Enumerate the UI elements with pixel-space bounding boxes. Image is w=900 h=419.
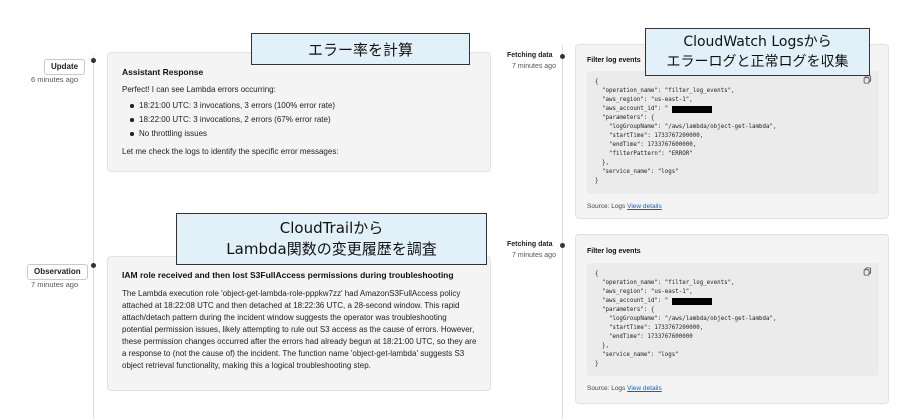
source-info: Source: Logs View details bbox=[587, 385, 662, 392]
assistant-response-intro: Perfect! I can see Lambda errors occurri… bbox=[122, 85, 276, 94]
filter-log-events-card-2: Filter log events { "operation_name": "f… bbox=[575, 234, 889, 404]
code-line: "startTime": 1733767200000, bbox=[595, 325, 704, 331]
cloudwatch-callout-line: CloudWatch Logsから bbox=[683, 34, 832, 50]
source-info: Source: Logs View details bbox=[587, 203, 662, 210]
fetching-data-label: Fetching data bbox=[507, 52, 553, 59]
update-timeline-dot bbox=[91, 58, 96, 63]
error-rate-callout-text: エラー率を計算 bbox=[307, 40, 413, 59]
assistant-response-closing: Let me check the logs to identify the sp… bbox=[122, 147, 339, 156]
code-line: "operation_name": "filter_log_events", bbox=[595, 280, 735, 286]
redacted-account-id bbox=[672, 106, 712, 113]
code-line: "aws_account_id": " bbox=[595, 106, 669, 112]
cloudtrail-callout: CloudTrailから Lambda関数の変更履歴を調査 bbox=[176, 213, 487, 265]
observation-body-line: object retrieval functionality, making t… bbox=[122, 361, 371, 370]
code-line: "parameters": { bbox=[595, 307, 655, 313]
code-line: "parameters": { bbox=[595, 115, 655, 121]
view-details-link[interactable]: View details bbox=[627, 203, 662, 210]
code-line: "aws_region": "us-east-1", bbox=[595, 97, 693, 103]
code-line: "service_name": "logs" bbox=[595, 169, 679, 175]
code-line: "logGroupName": "/aws/lambda/object-get-… bbox=[595, 316, 777, 322]
observation-timestamp: 7 minutes ago bbox=[31, 280, 79, 289]
filter-log-events-title: Filter log events bbox=[587, 248, 641, 255]
code-line: } bbox=[595, 178, 599, 184]
copy-icon[interactable] bbox=[863, 267, 872, 276]
bullet-dot bbox=[130, 118, 134, 122]
bullet-dot bbox=[130, 104, 134, 108]
update-timestamp: 6 minutes ago bbox=[31, 75, 79, 84]
copy-icon[interactable] bbox=[863, 75, 872, 84]
observation-card: IAM role received and then lost S3FullAc… bbox=[107, 256, 491, 391]
update-badge: Update bbox=[44, 59, 86, 75]
source-label: Source: Logs bbox=[587, 203, 626, 210]
code-line: "service_name": "logs" bbox=[595, 352, 679, 358]
code-line: { bbox=[595, 271, 599, 277]
observation-body-line: The Lambda execution role 'object-get-la… bbox=[122, 289, 461, 298]
cloudtrail-callout-line: Lambda関数の変更履歴を調査 bbox=[226, 240, 437, 258]
observation-body-line: a response to (not the cause of) the inc… bbox=[122, 349, 465, 358]
code-line: "operation_name": "filter_log_events", bbox=[595, 88, 735, 94]
code-line: { bbox=[595, 79, 599, 85]
left-timeline-line bbox=[93, 55, 94, 419]
bullet-item: No throttling issues bbox=[139, 129, 208, 138]
request-code-box: { "operation_name": "filter_log_events",… bbox=[587, 263, 879, 376]
observation-badge: Observation bbox=[27, 264, 88, 280]
observation-body-line: these permission changes occurred after … bbox=[122, 337, 477, 346]
observation-title: IAM role received and then lost S3FullAc… bbox=[122, 270, 454, 280]
code-line: "filterPattern": "ERROR" bbox=[595, 151, 693, 157]
code-line: } bbox=[595, 361, 599, 367]
cloudtrail-callout-line: CloudTrailから bbox=[279, 219, 384, 237]
view-details-link[interactable]: View details bbox=[627, 385, 662, 392]
code-line: "startTime": 1733767200000, bbox=[595, 133, 704, 139]
request-code-box: { "operation_name": "filter_log_events",… bbox=[587, 71, 879, 194]
filter-log-events-title: Filter log events bbox=[587, 57, 641, 64]
fetching-data-timestamp: 7 minutes ago bbox=[512, 252, 556, 259]
fetching-data-label: Fetching data bbox=[507, 241, 553, 248]
code-line: }, bbox=[595, 160, 609, 166]
code-line: "endTime": 1733767600000 bbox=[595, 334, 693, 340]
bullet-item: 18:21:00 UTC: 3 invocations, 3 errors (1… bbox=[139, 101, 336, 110]
bullet-item: 18:22:00 UTC: 3 invocations, 2 errors (6… bbox=[139, 115, 331, 124]
code-line: }, bbox=[595, 343, 609, 349]
observation-body-line: attach/detach pattern during the inciden… bbox=[122, 313, 447, 322]
code-line: "aws_region": "us-east-1", bbox=[595, 289, 693, 295]
source-label: Source: Logs bbox=[587, 385, 626, 392]
observation-body-line: potential permission issues, likely atte… bbox=[122, 325, 475, 334]
redacted-account-id bbox=[672, 298, 712, 305]
code-line: "aws_account_id": " bbox=[595, 298, 669, 304]
fetching-data-timeline-dot bbox=[560, 54, 565, 59]
cloudwatch-callout-line: エラーログと正常ログを収集 bbox=[666, 54, 849, 70]
code-line: "logGroupName": "/aws/lambda/object-get-… bbox=[595, 124, 777, 130]
error-rate-callout: エラー率を計算 bbox=[251, 33, 470, 65]
right-timeline-line bbox=[562, 45, 563, 419]
assistant-response-title: Assistant Response bbox=[122, 67, 204, 77]
observation-body-line: attached at 18:22:08 UTC and then detach… bbox=[122, 301, 460, 310]
bullet-dot bbox=[130, 132, 134, 136]
assistant-response-card: Assistant Response Perfect! I can see La… bbox=[107, 52, 491, 172]
fetching-data-timeline-dot bbox=[560, 243, 565, 248]
fetching-data-timestamp: 7 minutes ago bbox=[512, 63, 556, 70]
observation-timeline-dot bbox=[91, 263, 96, 268]
cloudwatch-callout: CloudWatch Logsから エラーログと正常ログを収集 bbox=[645, 28, 870, 76]
code-line: "endTime": 1733767600000, bbox=[595, 142, 697, 148]
